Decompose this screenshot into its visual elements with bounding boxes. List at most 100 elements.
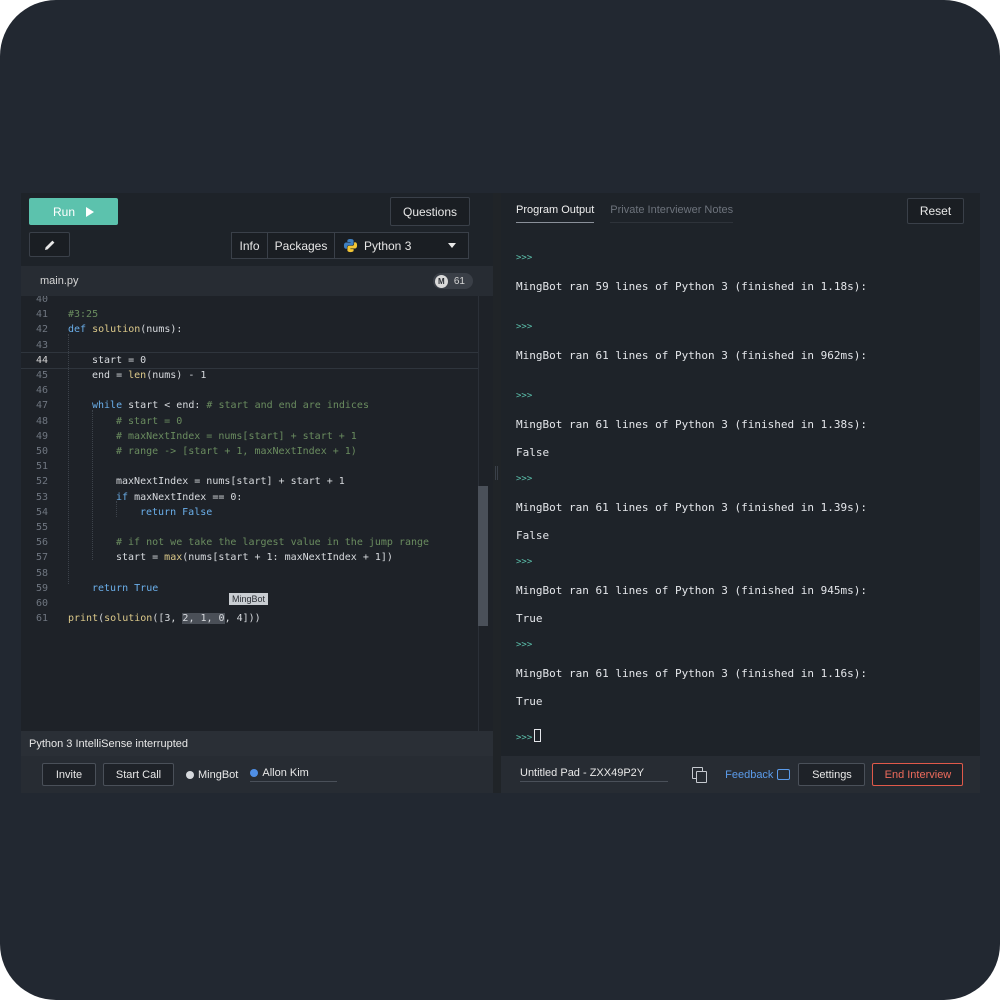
code-line: 57 start = max(nums[start + 1: maxNextInd… (21, 550, 486, 565)
collaborator-cursor-tag: MingBot (229, 593, 269, 605)
edit-button[interactable] (29, 232, 70, 257)
line-number: 59 (35, 582, 48, 594)
pad-name[interactable]: Untitled Pad - ZXX49P2Y (520, 767, 669, 782)
editor-pane: Run Questions Info Packages Python 3 mai… (21, 193, 493, 793)
line-number: 51 (35, 461, 48, 473)
code-text: #3:25 (68, 309, 99, 321)
code-line: 41 #3:25 (21, 307, 486, 322)
run-button[interactable]: Run (29, 198, 118, 225)
code-text: start = 0 (92, 354, 147, 366)
code-text: def solution(nums): (68, 324, 183, 336)
questions-button[interactable]: Questions (390, 197, 470, 226)
copy-icon[interactable] (692, 766, 708, 783)
python-logo-icon (343, 238, 358, 253)
code-editor[interactable]: 40 41 #3:25 42 def solution(nums): 43 44 start … (21, 296, 493, 731)
output-result: False (516, 446, 550, 459)
participant-mingbot: MingBot (186, 769, 238, 781)
scrollbar-thumb[interactable] (478, 486, 488, 626)
chat-bubble-icon (777, 769, 791, 780)
line-number: 60 (35, 598, 48, 609)
code-line: 49 # maxNextIndex = nums[start] + start +… (21, 429, 486, 444)
end-interview-button[interactable]: End Interview (872, 763, 964, 786)
start-call-button[interactable]: Start Call (103, 763, 174, 786)
line-number: 54 (35, 506, 48, 518)
language-select[interactable]: Python 3 (335, 233, 468, 258)
participant-allon[interactable]: Allon Kim (250, 767, 337, 782)
user-avatar: M (434, 274, 448, 288)
line-number: 47 (35, 400, 48, 412)
output-prompt: >>> (516, 474, 533, 484)
output-run-message: MingBot ran 61 lines of Python 3 (finish… (516, 501, 867, 514)
code-line: 50 # range -> [start + 1, maxNextIndex + … (21, 444, 486, 459)
status-bar: Python 3 IntelliSense interrupted (21, 731, 493, 756)
code-line: 44 start = 0 (21, 351, 487, 369)
output-prompt: >>> (516, 557, 533, 567)
code-text: return False (140, 506, 213, 518)
output-tabs: Program Output Private Interviewer Notes (516, 204, 734, 223)
line-number: 61 (35, 613, 48, 625)
packages-tab[interactable]: Packages (268, 233, 335, 258)
code-text: # if not we take the largest value in th… (116, 537, 430, 549)
line-number: 58 (35, 567, 48, 579)
pane-divider[interactable] (493, 193, 501, 793)
drag-handle-icon[interactable] (495, 466, 498, 480)
code-line: 61 print(solution([3, 2, 1, 0, 4])) (21, 611, 486, 626)
app-frame: Run Questions Info Packages Python 3 mai… (0, 0, 1000, 1000)
tab-program-output[interactable]: Program Output (516, 204, 595, 223)
feedback-link[interactable]: Feedback (725, 768, 791, 781)
code-line: 42 def solution(nums): (21, 322, 486, 337)
play-icon (86, 206, 94, 217)
code-text: maxNextIndex = nums[start] + start + 1 (116, 476, 345, 488)
line-number: 52 (35, 476, 48, 488)
line-count: 61 (453, 275, 465, 287)
language-label: Python 3 (364, 238, 412, 253)
line-number: 44 (35, 354, 48, 366)
pad-footer: Untitled Pad - ZXX49P2Y Feedback Setting… (501, 756, 980, 793)
code-line: 51 (21, 459, 486, 474)
file-name[interactable]: main.py (40, 275, 79, 287)
output-prompt: >>> (516, 729, 542, 743)
line-number: 53 (35, 491, 48, 503)
line-number: 48 (35, 415, 48, 427)
tab-interviewer-notes[interactable]: Private Interviewer Notes (610, 204, 734, 223)
output-run-message: MingBot ran 61 lines of Python 3 (finish… (516, 349, 867, 362)
output-run-message: MingBot ran 61 lines of Python 3 (finish… (516, 584, 867, 597)
output-run-message: MingBot ran 61 lines of Python 3 (finish… (516, 418, 867, 431)
code-line: 45 end = len(nums) - 1 (21, 368, 486, 383)
settings-button[interactable]: Settings (798, 763, 866, 786)
user-line-badge: M 61 (432, 273, 473, 289)
line-number: 45 (35, 370, 48, 381)
presence-dot (186, 770, 194, 779)
feedback-label: Feedback (725, 768, 774, 781)
code-text: # range -> [start + 1, maxNextIndex + 1) (116, 446, 357, 457)
terminal-cursor[interactable] (534, 729, 542, 742)
code-line: 54 return False (21, 505, 486, 520)
line-number: 57 (35, 552, 48, 564)
invite-button[interactable]: Invite (42, 763, 96, 786)
output-prompt: >>> (516, 322, 533, 332)
output-result: False (516, 529, 550, 542)
output-pane: Program Output Private Interviewer Notes… (501, 193, 980, 793)
line-number: 50 (35, 446, 48, 457)
code-line: 47 while start < end: # start and end are… (21, 398, 486, 413)
code-text: start = max(nums[start + 1: maxNextIndex… (116, 552, 393, 564)
code-text: end = len(nums) - 1 (92, 370, 207, 381)
participants-bar: Invite Start Call MingBot Allon Kim (21, 756, 493, 793)
line-number: 56 (35, 537, 48, 549)
code-text: if maxNextIndex == 0: (116, 491, 243, 503)
reset-button[interactable]: Reset (907, 198, 964, 224)
code-text: while start < end: # start and end are i… (92, 400, 369, 412)
code-line: 46 (21, 383, 486, 398)
code-line: 53 if maxNextIndex == 0: (21, 490, 486, 505)
code-line: 43 (21, 338, 486, 353)
editor-toolbar: Info Packages Python 3 (231, 232, 469, 259)
code-text: # maxNextIndex = nums[start] + start + 1 (116, 430, 357, 442)
output-prompt: >>> (516, 640, 533, 650)
code-line: 55 (21, 520, 486, 535)
line-number: 42 (35, 324, 48, 336)
code-line: 58 (21, 566, 486, 581)
chevron-down-icon (448, 243, 456, 248)
code-text: return True (92, 582, 159, 594)
code-line: 52 maxNextIndex = nums[start] + start + 1 (21, 474, 486, 489)
info-tab[interactable]: Info (232, 233, 268, 258)
